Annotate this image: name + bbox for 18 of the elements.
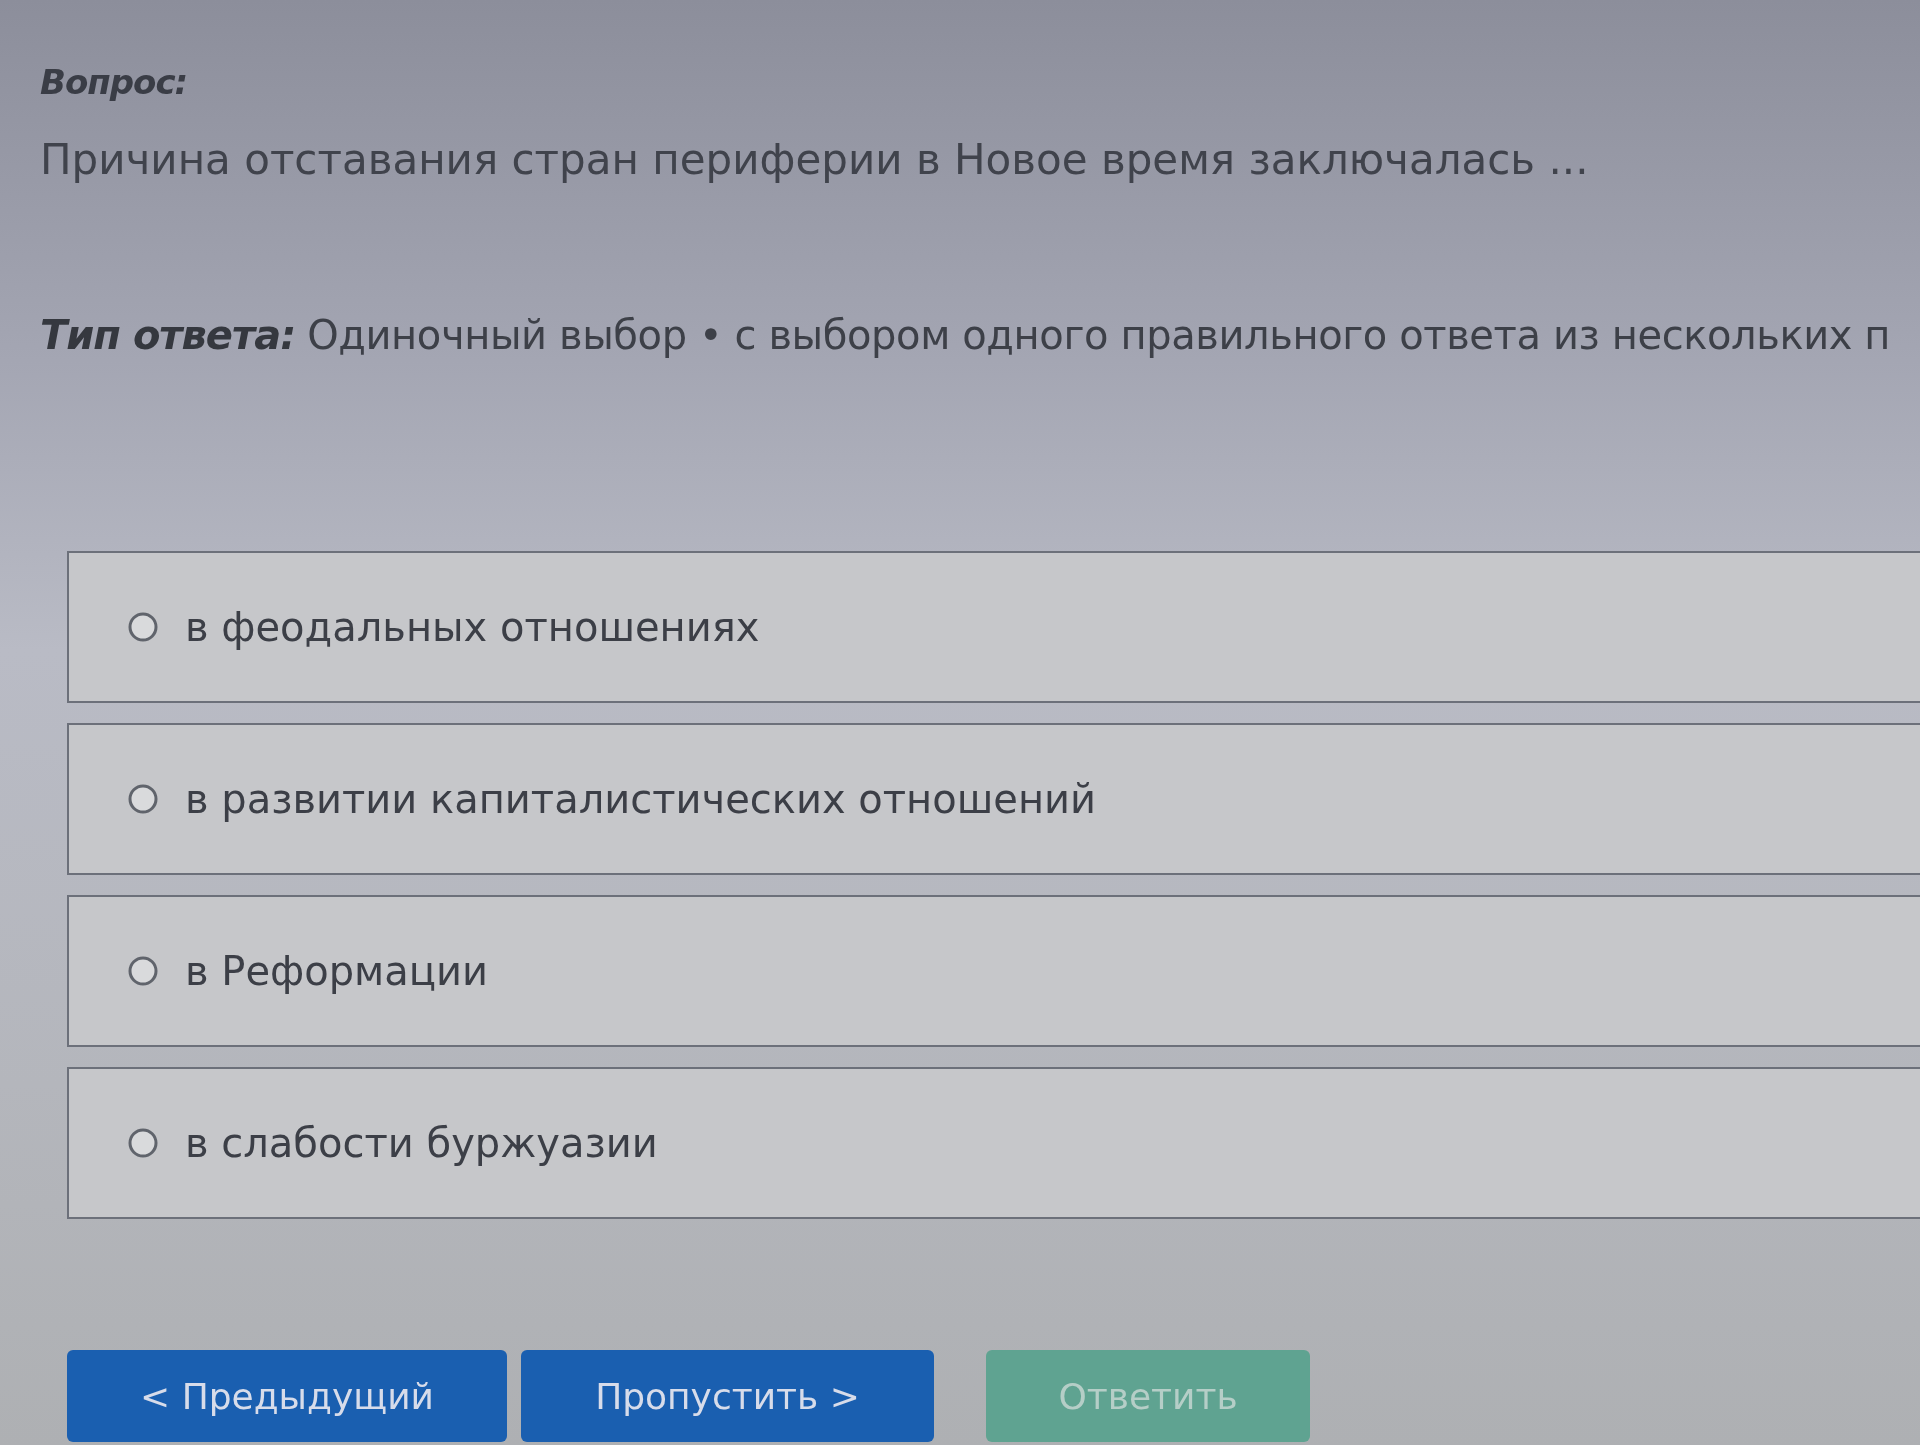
answer-option[interactable]: в слабости буржуазии [67,1067,1920,1219]
option-text: в слабости буржуазии [185,1120,658,1166]
answer-option[interactable]: в Реформации [67,895,1920,1047]
answer-option[interactable]: в феодальных отношениях [67,551,1920,703]
skip-button[interactable]: Пропустить > [521,1350,934,1442]
question-label: Вопрос: [40,62,188,102]
radio-button-icon[interactable] [127,955,159,987]
radio-button-icon[interactable] [127,783,159,815]
option-text: в развитии капиталистических отношений [185,776,1097,822]
answer-type-value: Одиночный выбор • с выбором одного правильного ответа из нескольких п [307,312,1891,358]
option-text: в Реформации [185,948,488,994]
answer-type-label: Тип ответа: [40,312,296,358]
previous-button[interactable]: < Предыдущий [67,1350,507,1442]
radio-button-icon[interactable] [127,611,159,643]
answer-option[interactable]: в развитии капиталистических отношений [67,723,1920,875]
option-text: в феодальных отношениях [185,604,760,650]
radio-button-icon[interactable] [127,1127,159,1159]
question-text: Причина отставания стран периферии в Новое время заключалась ... [40,135,1589,184]
